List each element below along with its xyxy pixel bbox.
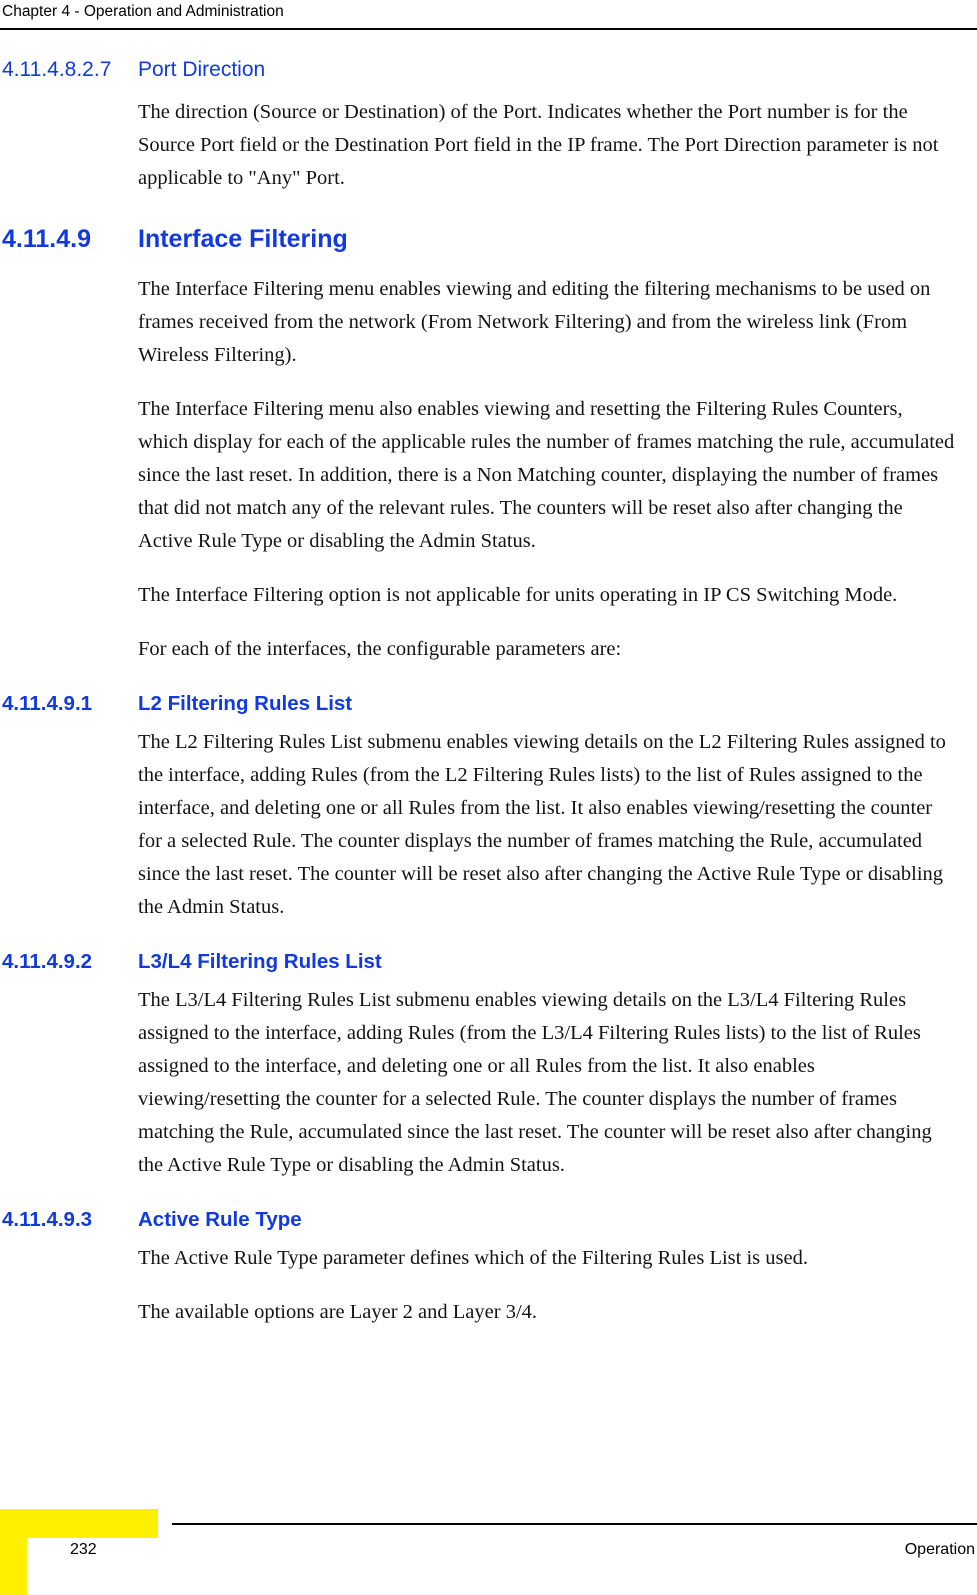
page-number: 232 bbox=[70, 1541, 97, 1558]
yellow-corner-vertical-bar bbox=[0, 1538, 27, 1595]
body-paragraph: The L3/L4 Filtering Rules List submenu e… bbox=[138, 989, 932, 1176]
section: 4.11.4.9.3 Active Rule Type The Active Rul… bbox=[0, 1208, 977, 1329]
section: 4.11.4.9.2 L3/L4 Filtering Rules List The … bbox=[0, 950, 977, 1182]
section-title: L2 Filtering Rules List bbox=[138, 692, 353, 715]
footer-divider bbox=[172, 1523, 977, 1525]
section: 4.11.4.8.2.7 Port Direction The direction … bbox=[0, 58, 977, 195]
body-paragraph: The L2 Filtering Rules List submenu enab… bbox=[138, 731, 946, 918]
page-footer: 232 Operation bbox=[0, 1455, 977, 1595]
section-number: 4.11.4.9.1 bbox=[2, 692, 93, 715]
section-heading: 4.11.4.9.2 L3/L4 Filtering Rules List bbox=[0, 950, 977, 980]
footer-section-label: Operation bbox=[904, 1541, 975, 1558]
page-header: Chapter 4 - Operation and Administration bbox=[0, 0, 977, 30]
section: 4.11.4.9 Interface Filtering The Interface… bbox=[0, 225, 977, 666]
section-number: 4.11.4.9.3 bbox=[2, 1208, 93, 1231]
section-heading: 4.11.4.9 Interface Filtering bbox=[0, 225, 977, 259]
body-paragraph: The Interface Filtering menu also enable… bbox=[138, 398, 955, 552]
section-number: 4.11.4.9.2 bbox=[2, 950, 93, 973]
yellow-corner-horizontal-bar bbox=[0, 1509, 158, 1538]
document-body: 4.11.4.8.2.7 Port Direction The direction … bbox=[0, 30, 977, 1329]
section-title: Active Rule Type bbox=[138, 1208, 302, 1231]
body-paragraph: The Active Rule Type parameter defines w… bbox=[138, 1247, 808, 1269]
section-heading: 4.11.4.9.1 L2 Filtering Rules List bbox=[0, 692, 977, 722]
section: 4.11.4.9.1 L2 Filtering Rules List The L2 … bbox=[0, 692, 977, 924]
section-title: Interface Filtering bbox=[138, 225, 348, 253]
body-paragraph: For each of the interfaces, the configur… bbox=[138, 638, 622, 660]
section-heading: 4.11.4.9.3 Active Rule Type bbox=[0, 1208, 977, 1238]
section-title: L3/L4 Filtering Rules List bbox=[138, 950, 382, 973]
section-number: 4.11.4.8.2.7 bbox=[2, 58, 112, 81]
body-paragraph: The direction (Source or Destination) of… bbox=[138, 101, 939, 189]
section-heading: 4.11.4.8.2.7 Port Direction bbox=[0, 58, 977, 88]
body-paragraph: The Interface Filtering menu enables vie… bbox=[138, 278, 931, 366]
section-number: 4.11.4.9 bbox=[2, 225, 91, 253]
body-paragraph: The available options are Layer 2 and La… bbox=[138, 1301, 538, 1323]
section-title: Port Direction bbox=[138, 58, 266, 81]
running-header-title: Chapter 4 - Operation and Administration bbox=[2, 3, 284, 20]
body-paragraph: The Interface Filtering option is not ap… bbox=[138, 584, 898, 606]
